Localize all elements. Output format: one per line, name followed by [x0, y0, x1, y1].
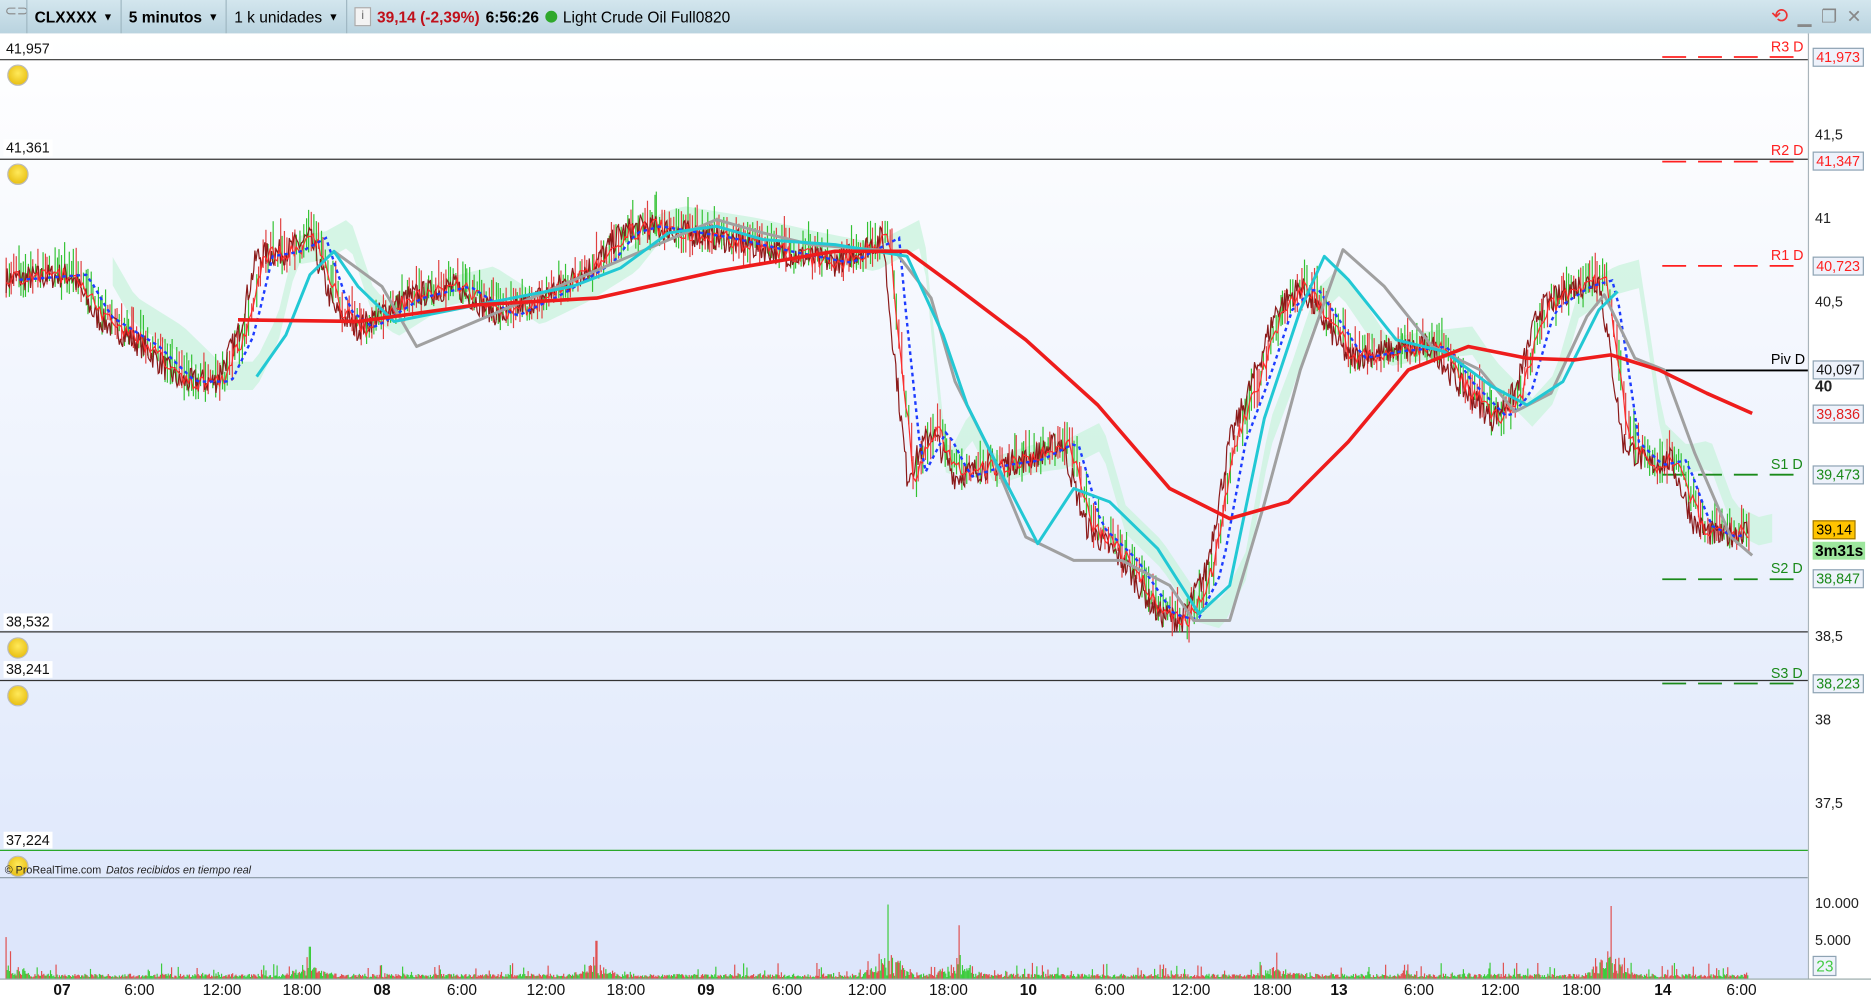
ma-value: 39,836 — [1812, 404, 1864, 424]
time-axis-tick: 12:00 — [1480, 980, 1520, 999]
price-axis-tick: 37,5 — [1815, 794, 1843, 812]
time-axis-tick: 12:00 — [1171, 980, 1211, 999]
time-axis-tick: 08 — [373, 980, 391, 999]
price-axis-tick: 38,5 — [1815, 627, 1843, 645]
price-axis-tick: 41 — [1815, 210, 1831, 227]
pivot-name: R2 D — [1770, 142, 1804, 160]
ichimoku-cloud — [112, 206, 1773, 629]
bar-countdown: 3m31s — [1812, 542, 1866, 561]
time-axis-tick: 18:00 — [929, 980, 968, 999]
time-axis-tick: 12:00 — [847, 980, 887, 999]
level-label: 41,957 — [3, 40, 53, 58]
time-axis-tick: 6:00 — [1726, 980, 1757, 999]
time-axis-tick: 18:00 — [606, 980, 646, 999]
chart-canvas — [0, 56, 1808, 979]
time-axis-tick: 6:00 — [1094, 980, 1125, 999]
pivot-name: R1 D — [1770, 246, 1804, 264]
data-status: Datos recibidos en tiempo real — [105, 863, 252, 876]
pivot-name: S2 D — [1770, 560, 1803, 577]
time-axis-tick: 6:00 — [124, 980, 155, 999]
pivot-name: Piv D — [1770, 351, 1806, 369]
level-label: 41,361 — [3, 140, 53, 157]
blue-dotted-ma-line — [19, 225, 1746, 621]
pivot-name: S1 D — [1770, 455, 1803, 473]
time-axis-tick: 18:00 — [282, 980, 322, 999]
level-label: 38,241 — [3, 661, 53, 679]
pivot-value: 39,473 — [1812, 465, 1864, 485]
pivot-value: 41,347 — [1812, 152, 1864, 172]
time-axis-tick: 07 — [53, 980, 71, 999]
level-label: 37,224 — [3, 831, 53, 848]
volume-last-value: 23 — [1812, 955, 1838, 977]
price-axis-tick: 40,5 — [1815, 293, 1843, 311]
time-axis-tick: 13 — [1330, 980, 1348, 999]
pivot-value: 38,223 — [1812, 673, 1864, 694]
last-price-badge: 39,14 — [1812, 520, 1856, 540]
alert-bell-icon — [7, 636, 29, 659]
volume-axis-tick: 5.000 — [1815, 931, 1851, 949]
time-axis-tick: 12:00 — [202, 980, 242, 999]
time-axis-tick: 14 — [1654, 980, 1672, 999]
time-axis-tick: 09 — [697, 980, 715, 999]
pivot-name: S3 D — [1770, 664, 1803, 682]
pivot-value: 38,847 — [1812, 569, 1864, 589]
level-label: 38,532 — [3, 612, 53, 630]
chart-window: ⊂⊃ CLXXXX ▼ 5 minutos ▼ 1 k unidades ▼ i 39… — [0, 0, 1871, 1001]
time-axis-tick: 6:00 — [446, 980, 478, 999]
volume-axis-tick: 10.000 — [1815, 894, 1859, 912]
fast-ma-line — [5, 218, 1749, 628]
footer: © ProRealTime.com Datos recibidos en tiem… — [5, 864, 251, 876]
pivot-value: 40,723 — [1812, 256, 1864, 276]
copyright: © ProRealTime.com — [4, 863, 102, 876]
time-axis-tick: 10 — [1019, 980, 1038, 999]
pivot-value: 41,973 — [1812, 47, 1864, 67]
time-axis-tick: 18:00 — [1252, 980, 1292, 999]
time-axis-tick: 18:00 — [1562, 980, 1601, 999]
alert-bell-icon — [7, 64, 29, 86]
price-axis-tick: 40 — [1815, 377, 1833, 395]
price-axis-tick: 41,5 — [1815, 126, 1843, 144]
time-axis-tick: 6:00 — [772, 980, 803, 999]
pivot-name: R3 D — [1770, 37, 1804, 55]
price-axis-tick: 38 — [1815, 711, 1831, 728]
time-axis-tick: 12:00 — [526, 980, 566, 999]
time-axis-tick: 6:00 — [1403, 980, 1435, 999]
